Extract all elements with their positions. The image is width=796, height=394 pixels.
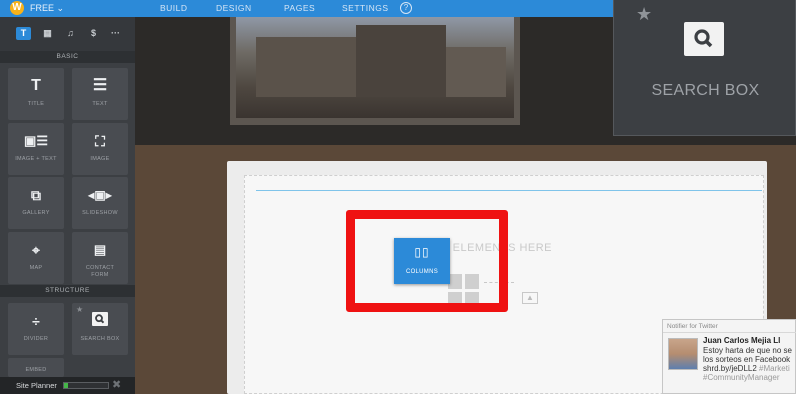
element-tile-gallery[interactable]: ⧉ GALLERY [8, 177, 64, 229]
site-planner-label: Site Planner [16, 381, 57, 390]
tab-media[interactable]: ♫ [63, 27, 78, 40]
tab-commerce[interactable]: $ [86, 27, 101, 40]
section-basic-header: BASIC [0, 51, 135, 63]
building-shape [356, 25, 446, 97]
title-icon: T [31, 77, 41, 94]
element-tile-divider[interactable]: ÷ DIVIDER [8, 303, 64, 355]
element-tile-contact-form[interactable]: ▤ CONTACT FORM [72, 232, 128, 284]
element-tile-map[interactable]: ⌖ MAP [8, 232, 64, 284]
sidebar-tab-row: T ▦ ♫ $ ··· [0, 17, 135, 51]
tweet-hashtag[interactable]: #CommunityManager [703, 373, 779, 382]
element-tile-text[interactable]: ☰ TEXT [72, 68, 128, 120]
slideshow-icon: ◂▣▸ [88, 188, 112, 202]
element-tile-image-text[interactable]: ▣☰ IMAGE + TEXT [8, 123, 64, 175]
notifier-header: Notifier for Twitter [667, 323, 718, 330]
floating-tile-label: SEARCH BOX [651, 82, 760, 99]
search-icon [72, 312, 128, 326]
site-planner-progress-fill [64, 383, 69, 388]
drop-guide-line [256, 190, 762, 191]
element-tile-slideshow[interactable]: ◂▣▸ SLIDESHOW [72, 177, 128, 229]
close-icon[interactable]: ✖ [112, 378, 121, 391]
plan-dropdown[interactable]: FREE ⌄ [30, 3, 64, 14]
elements-sidebar: T ▦ ♫ $ ··· BASIC T TITLE ☰ TEXT ▣☰ IMAG… [0, 17, 135, 394]
header-image[interactable] [230, 17, 520, 125]
search-icon [684, 22, 724, 56]
help-icon[interactable]: ? [400, 2, 412, 14]
columns-icon: ▯▯ [414, 245, 430, 259]
tweet-link[interactable]: shrd.by/jeDLL2 #Marketi [703, 364, 790, 373]
twitter-notifier-popup[interactable]: Notifier for Twitter Juan Carlos Mejia L… [662, 319, 796, 394]
tab-more[interactable]: ··· [108, 27, 123, 40]
dragged-columns-tile[interactable]: ▯▯ COLUMNS [394, 238, 450, 284]
divider [663, 332, 796, 333]
tweet-text-line: los sorteos en Facebook [703, 355, 791, 364]
element-tile-image[interactable]: ⛶ IMAGE [72, 123, 128, 175]
nav-pages[interactable]: PAGES [284, 3, 315, 13]
placeholder-image-icon: ▲ [522, 292, 538, 304]
star-icon: ★ [636, 4, 653, 24]
gallery-icon: ⧉ [31, 187, 41, 203]
map-icon: ⌖ [32, 242, 40, 258]
image-text-icon: ▣☰ [24, 133, 48, 148]
nav-design[interactable]: DESIGN [216, 3, 252, 13]
nav-build[interactable]: BUILD [160, 3, 188, 13]
tab-layout[interactable]: ▦ [40, 27, 55, 40]
image-icon: ⛶ [95, 133, 105, 149]
element-tile-search-box[interactable]: ★ SEARCH BOX [72, 303, 128, 355]
section-structure-header: STRUCTURE [0, 285, 135, 297]
contact-form-icon: ▤ [93, 242, 107, 257]
site-planner-bar: Site Planner ✖ [0, 377, 135, 394]
floating-search-box-tile[interactable]: ★ SEARCH BOX [613, 0, 796, 136]
divider-icon: ÷ [32, 313, 40, 329]
tweet-author: Juan Carlos Mejia Ll [703, 336, 781, 345]
site-planner-progress [63, 382, 109, 389]
building-shape [256, 37, 356, 97]
element-tile-embed[interactable]: EMBED [8, 358, 64, 377]
tab-basic-elements[interactable]: T [16, 27, 31, 40]
avatar [668, 338, 698, 370]
dragged-tile-label: COLUMNS [405, 269, 439, 275]
weebly-logo-icon[interactable]: W [10, 1, 24, 15]
element-tile-title[interactable]: T TITLE [8, 68, 64, 120]
tweet-text-line: Estoy harta de que no se [703, 346, 792, 355]
nav-settings[interactable]: SETTINGS [342, 3, 389, 13]
text-lines-icon: ☰ [92, 77, 108, 94]
building-shape [446, 47, 506, 97]
